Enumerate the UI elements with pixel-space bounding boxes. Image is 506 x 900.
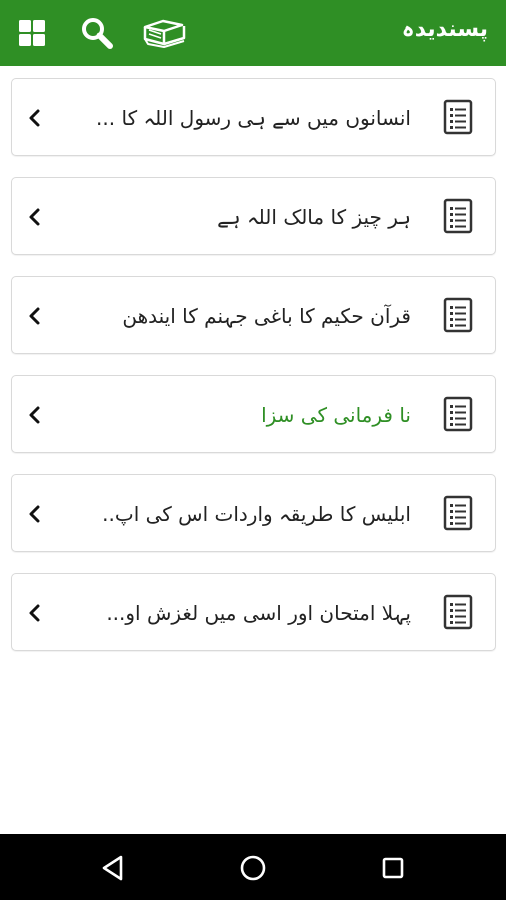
list-item-label: انسانوں میں سے ہی رسول اللہ کا ... xyxy=(96,106,411,130)
book-icon[interactable] xyxy=(142,13,188,53)
list-item[interactable]: ابلیس کا طریقہ واردات اس کی اپ.. xyxy=(11,474,496,552)
list-item-label: ہر چیز کا مالک اللہ ہے xyxy=(217,205,411,229)
list-item-label: نا فرمانی کی سزا xyxy=(261,403,411,427)
grid-icon[interactable] xyxy=(12,13,52,53)
document-icon xyxy=(443,495,473,531)
chevron-left-icon xyxy=(26,108,44,128)
list-item[interactable]: پہلا امتحان اور اسی میں لغزش او... xyxy=(11,573,496,651)
chevron-left-icon xyxy=(26,504,44,524)
list-item[interactable]: انسانوں میں سے ہی رسول اللہ کا ... xyxy=(11,78,496,156)
list-item[interactable]: نا فرمانی کی سزا xyxy=(11,375,496,453)
system-nav-bar xyxy=(0,834,506,900)
list-item-label: قرآن حکیم کا باغی جہنم کا ایندھن xyxy=(122,304,411,328)
list-item-label: ابلیس کا طریقہ واردات اس کی اپ.. xyxy=(102,502,411,526)
document-icon xyxy=(443,99,473,135)
home-icon[interactable] xyxy=(236,851,270,885)
list-item-label: پہلا امتحان اور اسی میں لغزش او... xyxy=(106,601,411,625)
back-icon[interactable] xyxy=(96,851,130,885)
chevron-left-icon xyxy=(26,207,44,227)
app-root: پسندیدہ انسانوں میں سے ہی رسول اللہ کا .… xyxy=(0,0,506,900)
document-icon xyxy=(443,198,473,234)
document-icon xyxy=(443,396,473,432)
document-icon xyxy=(443,297,473,333)
page-title: پسندیدہ xyxy=(401,17,488,42)
chevron-left-icon xyxy=(26,405,44,425)
app-bar: پسندیدہ xyxy=(0,0,506,66)
recents-icon[interactable] xyxy=(376,851,410,885)
search-icon[interactable] xyxy=(77,13,117,53)
list-item[interactable]: ہر چیز کا مالک اللہ ہے xyxy=(11,177,496,255)
chevron-left-icon xyxy=(26,603,44,623)
document-icon xyxy=(443,594,473,630)
list-item[interactable]: قرآن حکیم کا باغی جہنم کا ایندھن xyxy=(11,276,496,354)
chevron-left-icon xyxy=(26,306,44,326)
favorites-list: انسانوں میں سے ہی رسول اللہ کا ... ہر چی… xyxy=(11,78,496,672)
